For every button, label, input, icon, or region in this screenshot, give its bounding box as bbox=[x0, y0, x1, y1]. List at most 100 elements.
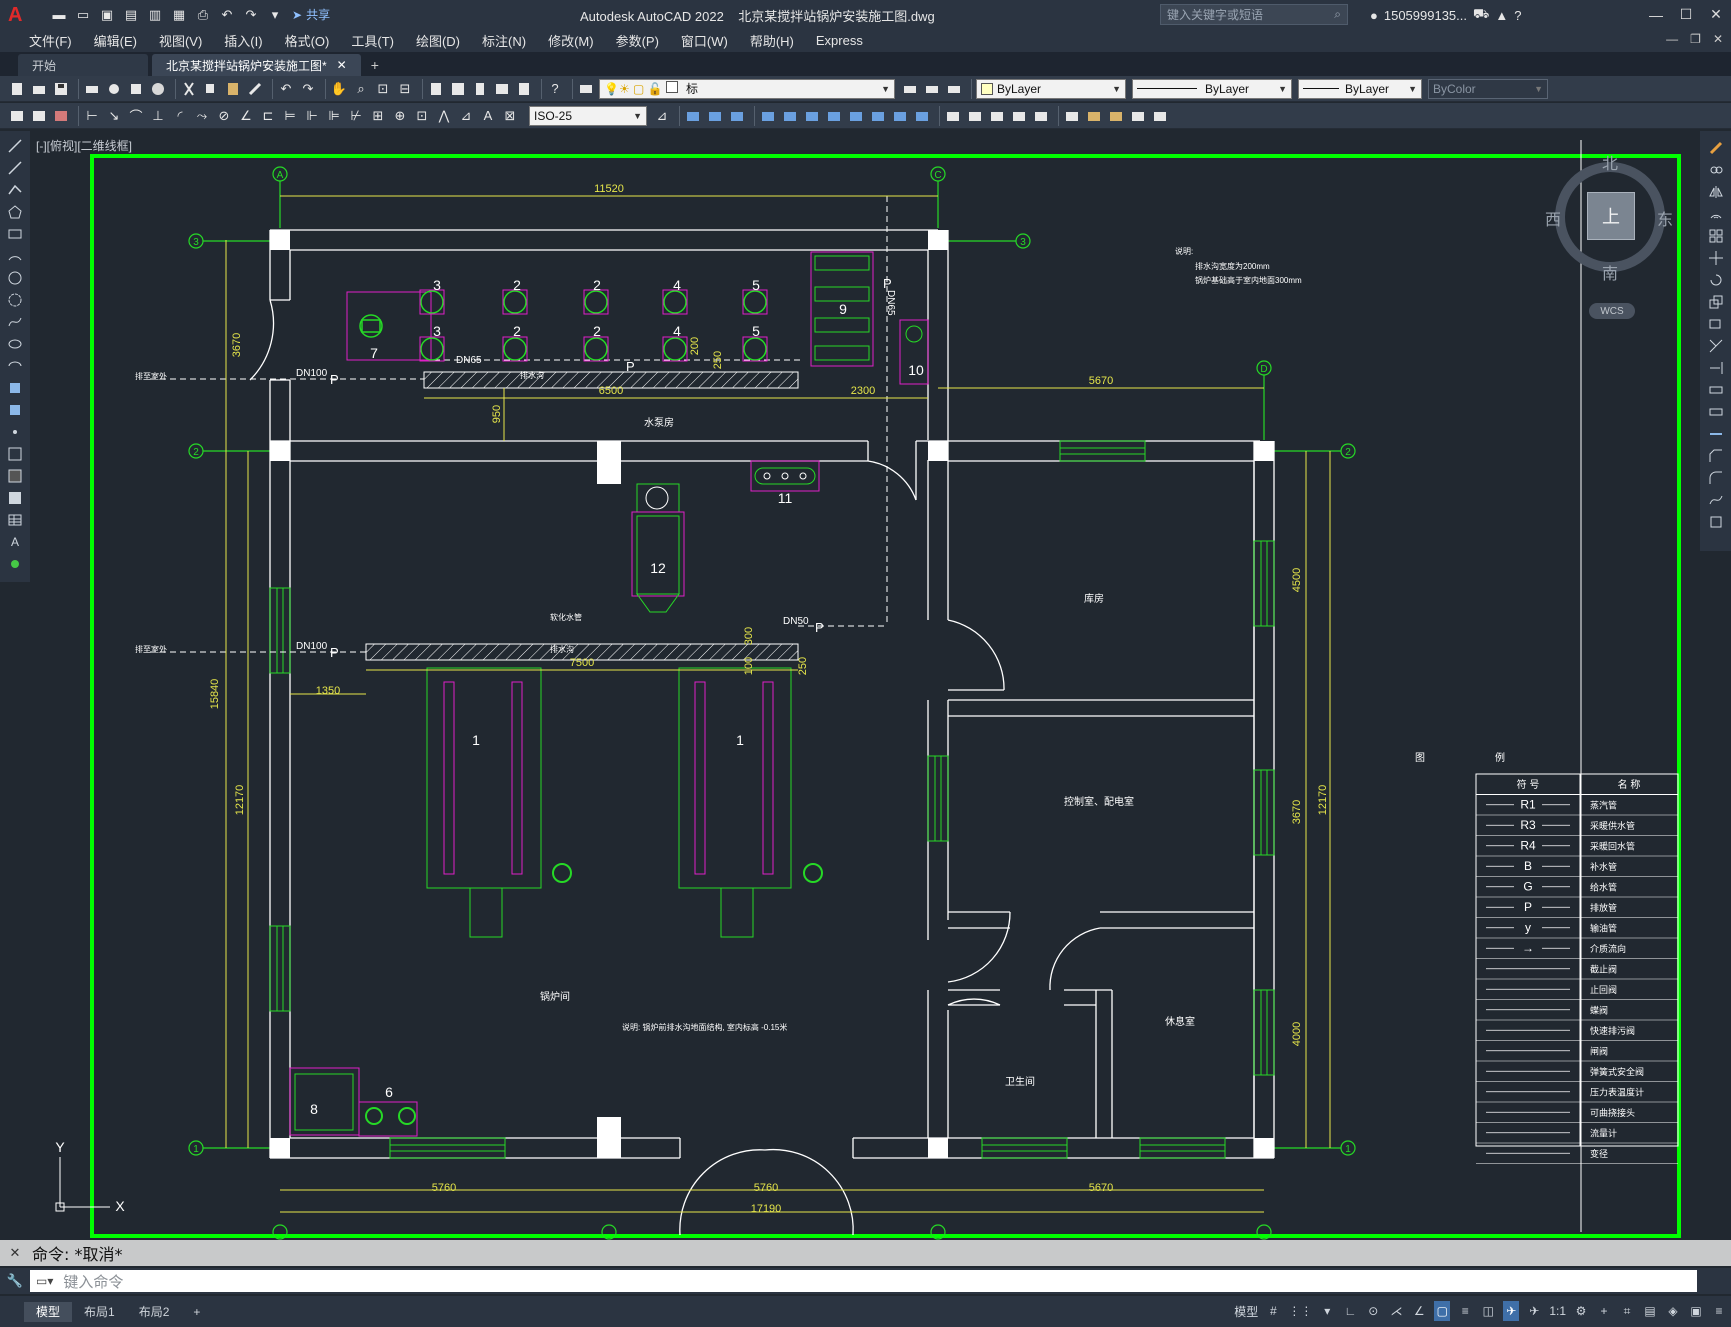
blend-curves-icon[interactable] bbox=[1707, 491, 1725, 509]
grid-label-2-right: 2 bbox=[1345, 447, 1351, 458]
boiler-note: 说明: 锅炉前排水沟地面结构, 室内标高 -0.15米 bbox=[622, 1022, 787, 1032]
recent-commands-icon[interactable]: ▭▾ bbox=[36, 1274, 53, 1288]
drain-out-label-1: 排至室外 bbox=[135, 371, 167, 381]
object-snap-tracking-icon[interactable]: ∠ bbox=[1411, 1301, 1427, 1321]
drain-out-label-2: 排至室外 bbox=[135, 644, 167, 654]
clean-screen-icon[interactable]: ▣ bbox=[1688, 1301, 1704, 1321]
customize-command-icon[interactable]: 🔧 bbox=[0, 1273, 30, 1289]
ucs-x: X bbox=[115, 1198, 125, 1214]
dim-15840: 15840 bbox=[209, 679, 221, 710]
layout-tab-model[interactable]: 模型 bbox=[24, 1301, 73, 1322]
move-icon[interactable] bbox=[1707, 249, 1725, 267]
snap-icon[interactable]: ⋮⋮ bbox=[1288, 1301, 1312, 1321]
viewcube-south[interactable]: 南 bbox=[1602, 260, 1618, 284]
dim-100: 100 bbox=[743, 657, 755, 675]
drain-trenches bbox=[365, 371, 799, 661]
grid-label-3: 3 bbox=[193, 237, 199, 248]
legend-name: 蝶阀 bbox=[1590, 1005, 1608, 1016]
legend-name: 输油管 bbox=[1590, 923, 1617, 934]
command-input[interactable]: ▭▾ 键入命令 bbox=[30, 1270, 1697, 1292]
equip-num-1b: 1 bbox=[736, 732, 744, 748]
dim-5670-bottom: 5670 bbox=[1089, 1182, 1113, 1194]
annotation-scale[interactable]: 1:1 bbox=[1549, 1301, 1566, 1321]
wcs-menu[interactable]: WCS bbox=[1589, 303, 1635, 319]
notes-line-2: 锅炉基础高于室内地面300mm bbox=[1195, 275, 1302, 285]
dim-12170-right: 12170 bbox=[1317, 785, 1329, 816]
annotation-visibility-icon[interactable]: ✈ bbox=[1503, 1301, 1520, 1321]
viewcube[interactable]: 北 南 西 东 上 bbox=[1545, 150, 1675, 290]
scale-icon[interactable] bbox=[1707, 293, 1725, 311]
dropdown-icon[interactable]: ▾ bbox=[1319, 1301, 1335, 1321]
trim-icon[interactable] bbox=[1707, 337, 1725, 355]
fillet-icon[interactable] bbox=[1707, 469, 1725, 487]
units-icon[interactable]: ⌗ bbox=[1619, 1301, 1635, 1321]
erase-icon[interactable] bbox=[1707, 139, 1725, 157]
equipment-numbers: 1 1 2 2 2 2 3 3 4 4 5 5 6 7 8 9 10 11 12 bbox=[310, 277, 924, 1117]
equip-num-4b: 4 bbox=[673, 323, 681, 339]
viewcube-north[interactable]: 北 bbox=[1602, 150, 1618, 174]
ucs-icon bbox=[55, 1157, 110, 1212]
object-snap-icon[interactable]: ▢ bbox=[1434, 1301, 1451, 1321]
array-icon[interactable] bbox=[1707, 227, 1725, 245]
command-history: ✕ 命令: *取消* bbox=[0, 1240, 1731, 1266]
quick-properties-icon[interactable]: ▤ bbox=[1642, 1301, 1658, 1321]
viewcube-top-face[interactable]: 上 bbox=[1587, 192, 1635, 240]
isolate-objects-icon[interactable]: ◈ bbox=[1665, 1301, 1681, 1321]
lineweight-icon[interactable]: ≡ bbox=[1457, 1301, 1473, 1321]
model-space-toggle[interactable]: 模型 bbox=[1234, 1301, 1258, 1321]
grid-label-c: C bbox=[934, 170, 941, 181]
drain-label-2: 排水沟 bbox=[550, 644, 574, 654]
dim-7500: 7500 bbox=[570, 657, 594, 669]
dim-11520: 11520 bbox=[594, 183, 624, 195]
legend-symbol: R3 bbox=[1520, 818, 1536, 832]
legend-name: 截止阀 bbox=[1590, 964, 1617, 975]
legend-symbol: B bbox=[1524, 859, 1532, 873]
isodraft-icon[interactable]: ⋌ bbox=[1388, 1301, 1404, 1321]
legend-name: 止回阀 bbox=[1590, 984, 1617, 995]
grid-icon[interactable]: # bbox=[1265, 1301, 1281, 1321]
auto-scale-icon[interactable]: ✈ bbox=[1526, 1301, 1542, 1321]
ortho-icon[interactable]: ∟ bbox=[1342, 1301, 1358, 1321]
dim-5760-b: 5760 bbox=[754, 1182, 778, 1194]
mirror-icon[interactable] bbox=[1707, 183, 1725, 201]
layout-tab-1[interactable]: 布局1 bbox=[72, 1302, 127, 1322]
legend-symbol: R1 bbox=[1520, 798, 1536, 812]
pipe-label-p: P bbox=[626, 359, 635, 374]
workspace-gear-icon[interactable]: ⚙ bbox=[1573, 1301, 1589, 1321]
break-at-point-icon[interactable] bbox=[1707, 381, 1725, 399]
customization-icon[interactable]: ≡ bbox=[1711, 1301, 1727, 1321]
dimension-texts: 11520 5670 3670 15840 12170 6500 2300 95… bbox=[209, 183, 1329, 1215]
break-icon[interactable] bbox=[1707, 403, 1725, 421]
legend-title-b: 例 bbox=[1495, 751, 1505, 764]
add-layout-icon[interactable]: + bbox=[181, 1302, 212, 1322]
chamfer-icon[interactable] bbox=[1707, 447, 1725, 465]
viewcube-east[interactable]: 东 bbox=[1657, 206, 1673, 230]
pipe-label-p: P bbox=[883, 276, 892, 291]
legend-header-name: 名 称 bbox=[1618, 778, 1641, 791]
pipe-label-dn50: DN50 bbox=[783, 616, 809, 627]
transparency-icon[interactable]: ◫ bbox=[1480, 1301, 1496, 1321]
pipe-label-dn65-vertical: DN65 bbox=[885, 290, 896, 316]
grid-label-d: D bbox=[1260, 364, 1267, 375]
layout-tab-2[interactable]: 布局2 bbox=[127, 1302, 182, 1322]
status-bar: 模型 布局1 布局2 + 模型 # ⋮⋮ ▾ ∟ ⊙ ⋌ ∠ ▢ ≡ ◫ ✈ ✈… bbox=[0, 1296, 1731, 1327]
command-history-text: 命令: *取消* bbox=[32, 1245, 123, 1264]
dim-12170-left: 12170 bbox=[234, 785, 246, 816]
add-icon[interactable]: + bbox=[1596, 1301, 1612, 1321]
equip-num-3b: 3 bbox=[433, 323, 441, 339]
close-command-icon[interactable]: ✕ bbox=[0, 1245, 30, 1261]
polar-icon[interactable]: ⊙ bbox=[1365, 1301, 1381, 1321]
viewcube-west[interactable]: 西 bbox=[1545, 206, 1561, 230]
legend-table: 图 例 符 号 名 称 R1 蒸汽管 R3 采暖供水管 R4 采暖回水管 B 补水管 G 给水管 P 排放… bbox=[1415, 751, 1679, 1164]
equip-num-5b: 5 bbox=[752, 323, 760, 339]
equip-num-4a: 4 bbox=[673, 277, 681, 293]
join-icon[interactable] bbox=[1707, 425, 1725, 443]
extend-icon[interactable] bbox=[1707, 359, 1725, 377]
legend-name: 蒸汽管 bbox=[1590, 800, 1617, 811]
rotate-icon[interactable] bbox=[1707, 271, 1725, 289]
offset-icon[interactable] bbox=[1707, 205, 1725, 223]
explode-icon[interactable] bbox=[1707, 513, 1725, 531]
copy-icon[interactable] bbox=[1707, 161, 1725, 179]
boilers bbox=[426, 667, 823, 938]
stretch-icon[interactable] bbox=[1707, 315, 1725, 333]
